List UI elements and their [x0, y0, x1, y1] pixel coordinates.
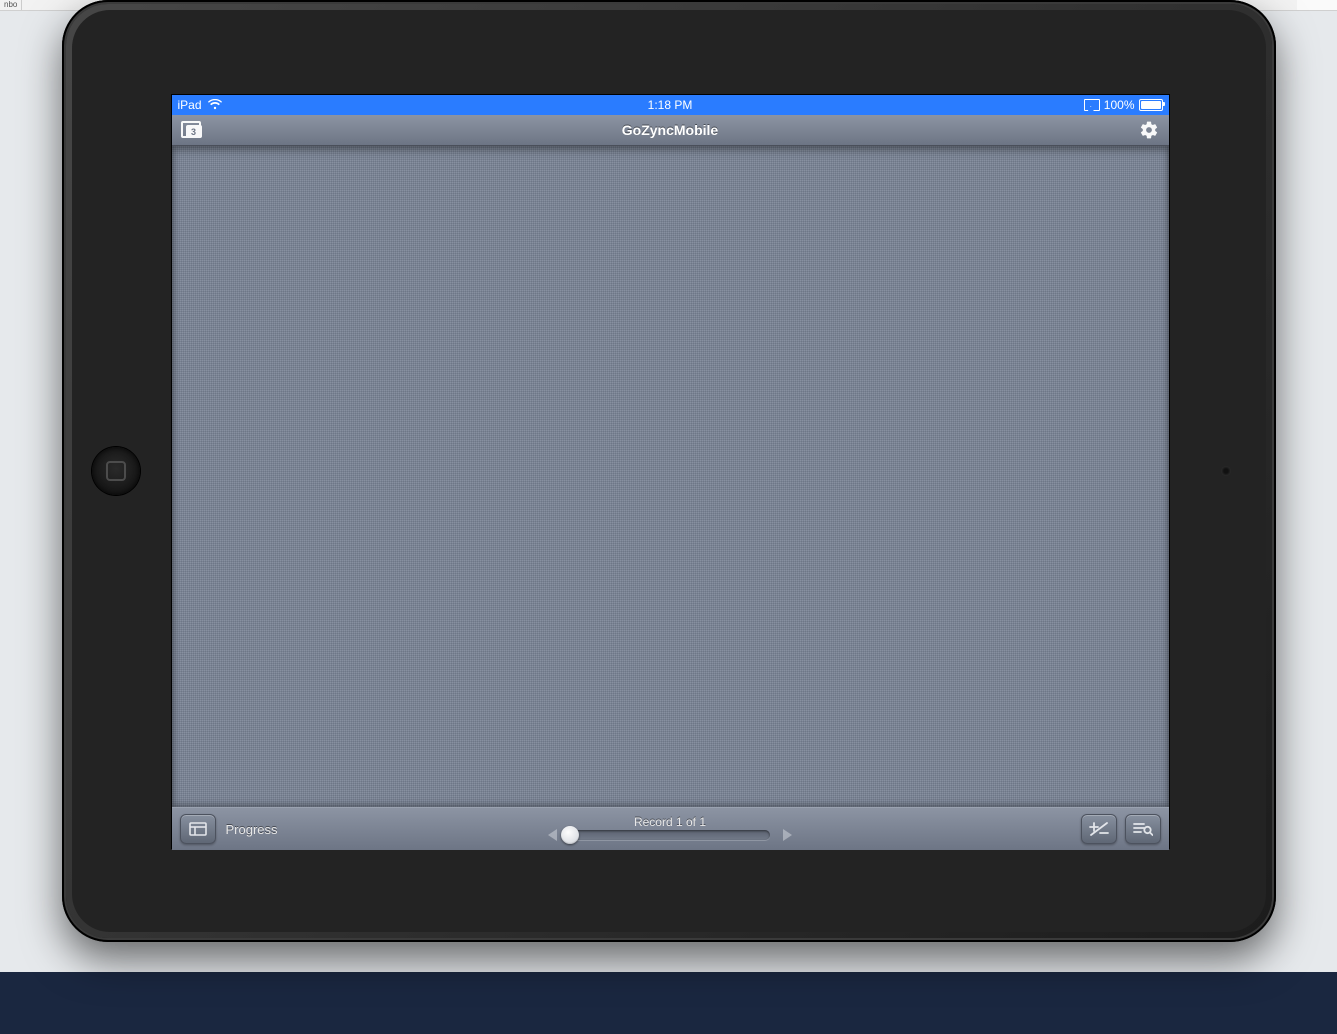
ipad-screen: iPad 1:18 PM 100% 3 GoZ — [171, 94, 1170, 849]
windows-switcher-button[interactable]: 3 — [180, 119, 204, 141]
browser-window-right-edge — [1297, 0, 1337, 10]
layout-switcher-button[interactable] — [180, 814, 216, 844]
settings-button[interactable] — [1137, 119, 1161, 141]
app-navbar: 3 GoZyncMobile — [172, 115, 1169, 146]
windows-count-badge: 3 — [186, 125, 202, 138]
app-title: GoZyncMobile — [622, 122, 718, 138]
wifi-icon — [208, 98, 222, 113]
record-slider[interactable] — [570, 830, 770, 840]
content-area[interactable] — [172, 146, 1169, 807]
battery-icon — [1139, 99, 1163, 111]
add-remove-record-button[interactable] — [1081, 814, 1117, 844]
record-navigator: Record 1 of 1 — [544, 815, 796, 843]
layout-name-label[interactable]: Progress — [226, 822, 278, 837]
ipad-home-button[interactable] — [92, 447, 140, 495]
ios-status-bar: iPad 1:18 PM 100% — [172, 95, 1169, 115]
ipad-device-frame: iPad 1:18 PM 100% 3 GoZ — [62, 0, 1276, 942]
bottom-toolbar: Progress Record 1 of 1 — [172, 807, 1169, 850]
airplay-icon — [1084, 99, 1100, 111]
browser-tab-fragment[interactable]: nbo — [0, 0, 22, 10]
clock: 1:18 PM — [648, 98, 693, 112]
find-sort-button[interactable] — [1125, 814, 1161, 844]
battery-percent: 100% — [1104, 98, 1135, 112]
device-label: iPad — [178, 98, 202, 112]
ipad-front-camera — [1221, 466, 1231, 476]
previous-record-button[interactable] — [544, 827, 560, 843]
record-slider-thumb[interactable] — [561, 826, 579, 844]
next-record-button[interactable] — [780, 827, 796, 843]
